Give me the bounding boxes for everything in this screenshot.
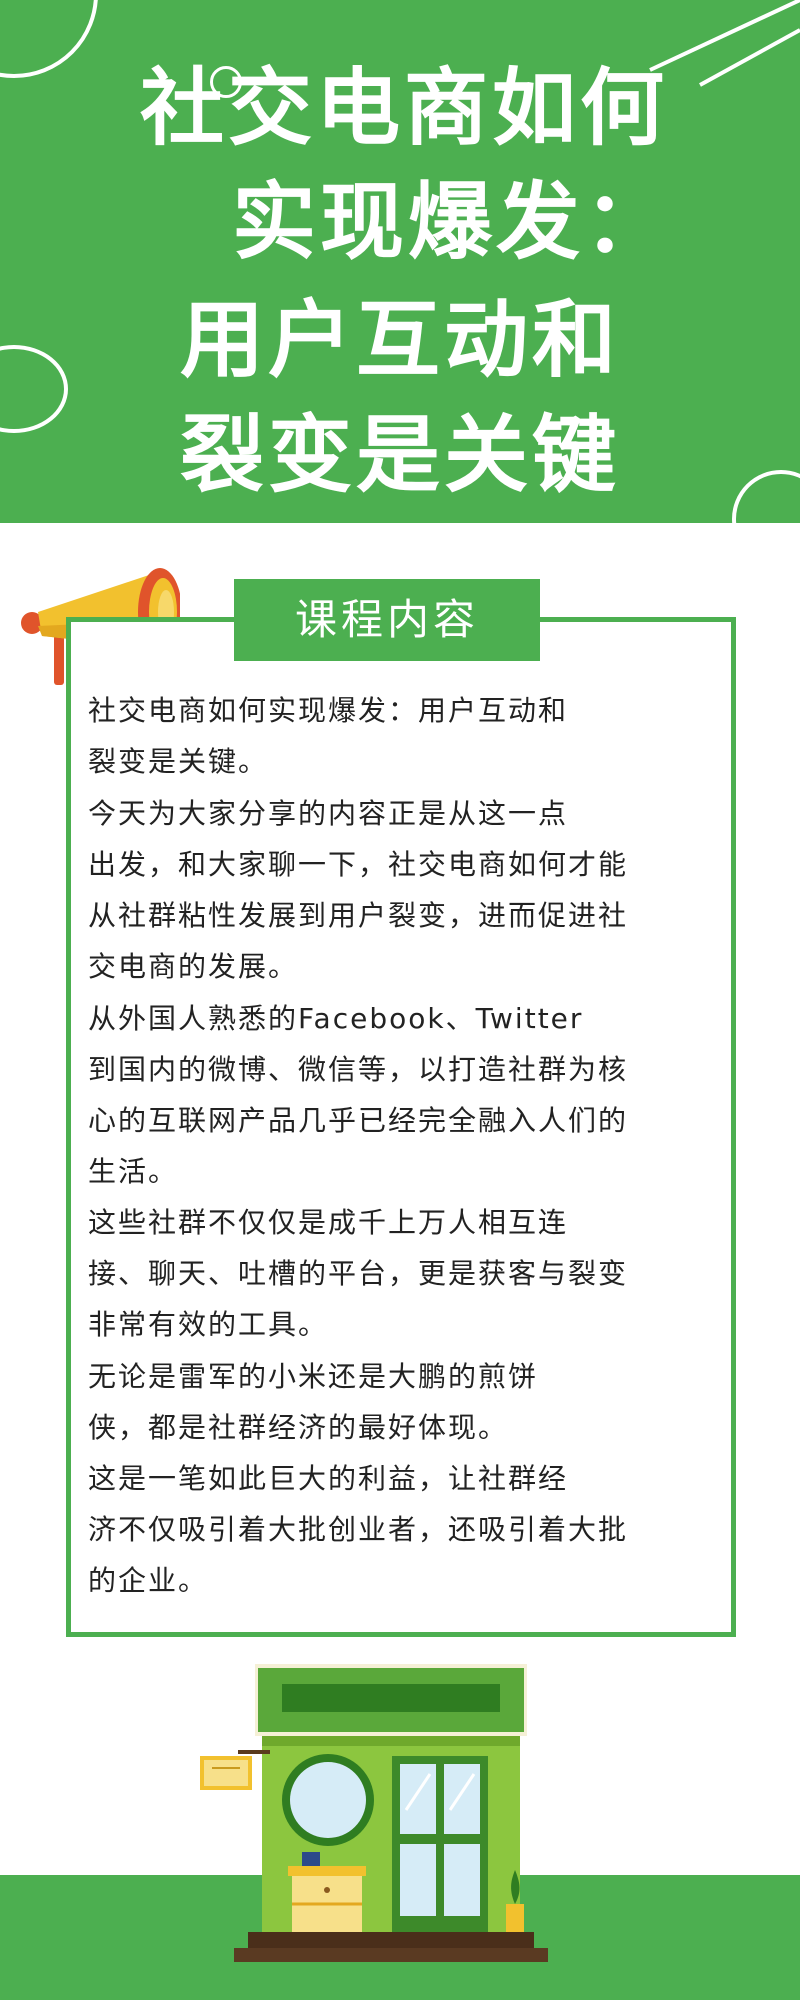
decor-circle-left [0, 345, 68, 433]
page-title-line-1: 社交电商如何 [140, 59, 669, 157]
section-title: 课程内容 [294, 595, 479, 644]
paragraph-3: 从外国人熟悉的Facebook、Twitter 到国内的微博、微信等，以打造社群… [88, 1002, 629, 1188]
page-title-line-3: 用户互动和 [180, 291, 621, 389]
page-title-line-4: 裂变是关键 [180, 406, 621, 504]
decor-circle-top-left [0, 0, 98, 78]
page-title-line-2: 实现爆发： [232, 173, 673, 271]
paragraph-1: 社交电商如何实现爆发：用户互动和 裂变是关键。 [88, 694, 569, 778]
shop-illustration [200, 1664, 548, 1962]
header-banner: 社交电商如何 实现爆发： 用户互动和 裂变是关键 [0, 0, 800, 523]
section-title-box: 课程内容 [234, 579, 540, 661]
paragraph-2: 今天为大家分享的内容正是从这一点 出发，和大家聊一下，社交电商如何才能 从社群粘… [88, 797, 629, 983]
paragraph-4: 这些社群不仅仅是成千上万人相互连 接、聊天、吐槽的平台，更是获客与裂变 非常有效… [88, 1206, 629, 1341]
paragraph-6: 这是一笔如此巨大的利益，让社群经 济不仅吸引着大批创业者，还吸引着大批 的企业。 [88, 1462, 629, 1597]
paragraph-5: 无论是雷军的小米还是大鹏的煎饼 侠，都是社群经济的最好体现。 [88, 1360, 539, 1444]
